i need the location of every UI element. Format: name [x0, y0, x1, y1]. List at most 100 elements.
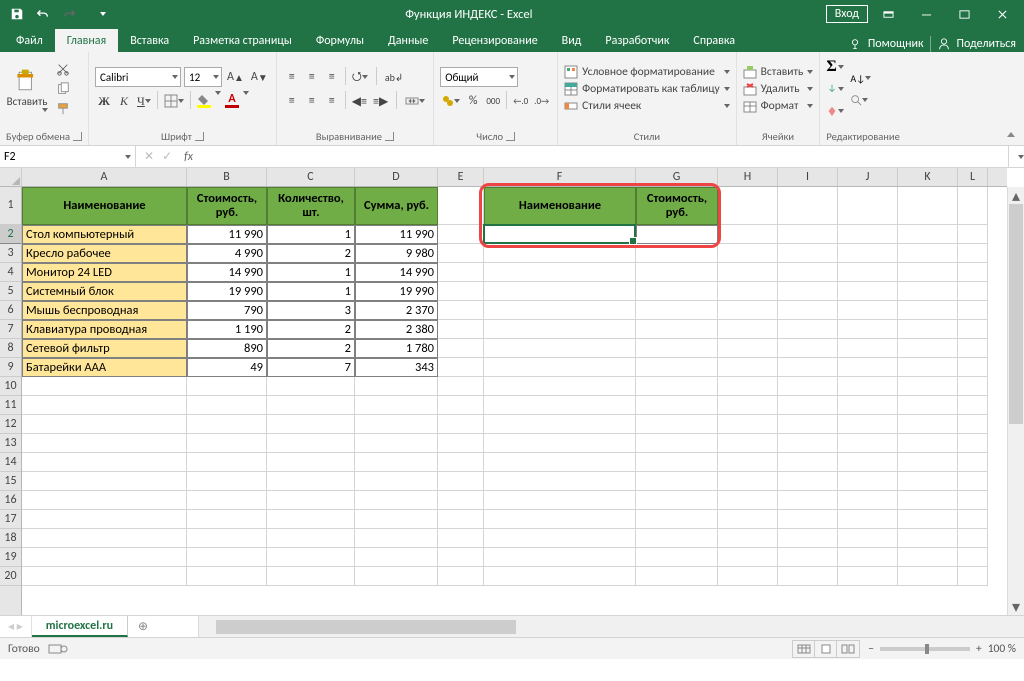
- cell[interactable]: [718, 187, 778, 225]
- cell[interactable]: [898, 187, 958, 225]
- collapse-ribbon-icon[interactable]: [1004, 128, 1018, 142]
- cell[interactable]: [438, 244, 484, 263]
- fx-icon[interactable]: fx: [180, 150, 197, 164]
- table-data-cell[interactable]: 1: [267, 225, 355, 244]
- cell[interactable]: [958, 187, 988, 225]
- format-painter-icon[interactable]: [54, 100, 72, 118]
- cell[interactable]: [267, 529, 355, 548]
- cell[interactable]: [438, 567, 484, 586]
- cell[interactable]: [838, 453, 898, 472]
- cell[interactable]: [778, 548, 838, 567]
- table-data-cell[interactable]: 9 980: [355, 244, 438, 263]
- cell[interactable]: [355, 548, 438, 567]
- cell[interactable]: [718, 567, 778, 586]
- sort-filter-icon[interactable]: A↓: [850, 69, 871, 87]
- qat-customize-icon[interactable]: [84, 2, 106, 26]
- cell[interactable]: [22, 377, 187, 396]
- cell[interactable]: [778, 529, 838, 548]
- cell[interactable]: [636, 244, 718, 263]
- cell[interactable]: [958, 472, 988, 491]
- table-data-cell[interactable]: 11 990: [355, 225, 438, 244]
- cell[interactable]: [438, 396, 484, 415]
- cell[interactable]: [636, 567, 718, 586]
- col-header[interactable]: D: [355, 168, 438, 186]
- cell[interactable]: [267, 491, 355, 510]
- cell[interactable]: [187, 567, 267, 586]
- cell[interactable]: [718, 225, 778, 244]
- cell[interactable]: [355, 529, 438, 548]
- add-sheet-icon[interactable]: ⊕: [128, 616, 158, 637]
- cell[interactable]: [958, 567, 988, 586]
- share-label[interactable]: Поделиться: [957, 37, 1016, 51]
- formula-input[interactable]: [197, 146, 1008, 167]
- cell[interactable]: [778, 377, 838, 396]
- row-header[interactable]: 6: [0, 301, 21, 320]
- table-data-cell[interactable]: 11 990: [187, 225, 267, 244]
- cell[interactable]: [187, 415, 267, 434]
- table-data-cell[interactable]: 4 990: [187, 244, 267, 263]
- col-header[interactable]: J: [838, 168, 898, 186]
- cell[interactable]: [636, 510, 718, 529]
- col-header[interactable]: F: [484, 168, 636, 186]
- row-header[interactable]: 2: [0, 225, 21, 244]
- cell[interactable]: [636, 282, 718, 301]
- table-data-cell[interactable]: 19 990: [355, 282, 438, 301]
- conditional-format-button[interactable]: Условное форматирование: [564, 65, 730, 79]
- name-box[interactable]: F2: [0, 146, 136, 167]
- cell[interactable]: [355, 510, 438, 529]
- increase-indent-icon[interactable]: ≡▶: [371, 91, 390, 111]
- login-button[interactable]: Вход: [826, 5, 868, 23]
- table-data-cell[interactable]: 19 990: [187, 282, 267, 301]
- cell[interactable]: [718, 358, 778, 377]
- cell[interactable]: [187, 491, 267, 510]
- row-header[interactable]: 3: [0, 244, 21, 263]
- cell[interactable]: [267, 396, 355, 415]
- cell[interactable]: [267, 415, 355, 434]
- redo-icon[interactable]: [58, 2, 80, 26]
- table-data-cell[interactable]: 790: [187, 301, 267, 320]
- cell[interactable]: [898, 567, 958, 586]
- find-select-icon[interactable]: [850, 91, 868, 109]
- cell[interactable]: [958, 548, 988, 567]
- cell[interactable]: [838, 472, 898, 491]
- cell[interactable]: [958, 377, 988, 396]
- cell[interactable]: [958, 339, 988, 358]
- cell[interactable]: [22, 491, 187, 510]
- cell[interactable]: [958, 225, 988, 244]
- table-data-cell[interactable]: 14 990: [355, 263, 438, 282]
- cell[interactable]: [778, 472, 838, 491]
- cell[interactable]: [958, 263, 988, 282]
- cell[interactable]: [838, 244, 898, 263]
- cell[interactable]: [187, 396, 267, 415]
- cell[interactable]: [267, 567, 355, 586]
- comma-icon[interactable]: 000: [484, 91, 502, 111]
- cell[interactable]: [838, 510, 898, 529]
- cell[interactable]: [22, 434, 187, 453]
- cell[interactable]: [958, 434, 988, 453]
- copy-icon[interactable]: [54, 80, 72, 98]
- row-header[interactable]: 5: [0, 282, 21, 301]
- undo-icon[interactable]: [32, 2, 54, 26]
- cell[interactable]: [438, 548, 484, 567]
- cell[interactable]: [898, 301, 958, 320]
- cell[interactable]: [778, 434, 838, 453]
- table-name-cell[interactable]: Клавиатура проводная: [22, 320, 187, 339]
- cell[interactable]: [187, 377, 267, 396]
- cell[interactable]: [898, 415, 958, 434]
- cell[interactable]: [484, 491, 636, 510]
- tab-view[interactable]: Вид: [550, 29, 594, 52]
- tab-formulas[interactable]: Формулы: [304, 29, 376, 52]
- cell[interactable]: [484, 529, 636, 548]
- cell[interactable]: [838, 548, 898, 567]
- cell[interactable]: [636, 529, 718, 548]
- cell[interactable]: [484, 244, 636, 263]
- row-header[interactable]: 16: [0, 491, 21, 510]
- cell[interactable]: [22, 529, 187, 548]
- increase-decimal-icon[interactable]: ←.0: [511, 91, 530, 111]
- cell[interactable]: [718, 320, 778, 339]
- cell[interactable]: [958, 282, 988, 301]
- cell[interactable]: [636, 377, 718, 396]
- cell[interactable]: [898, 244, 958, 263]
- page-layout-view-icon[interactable]: [815, 641, 837, 657]
- row-header[interactable]: 8: [0, 339, 21, 358]
